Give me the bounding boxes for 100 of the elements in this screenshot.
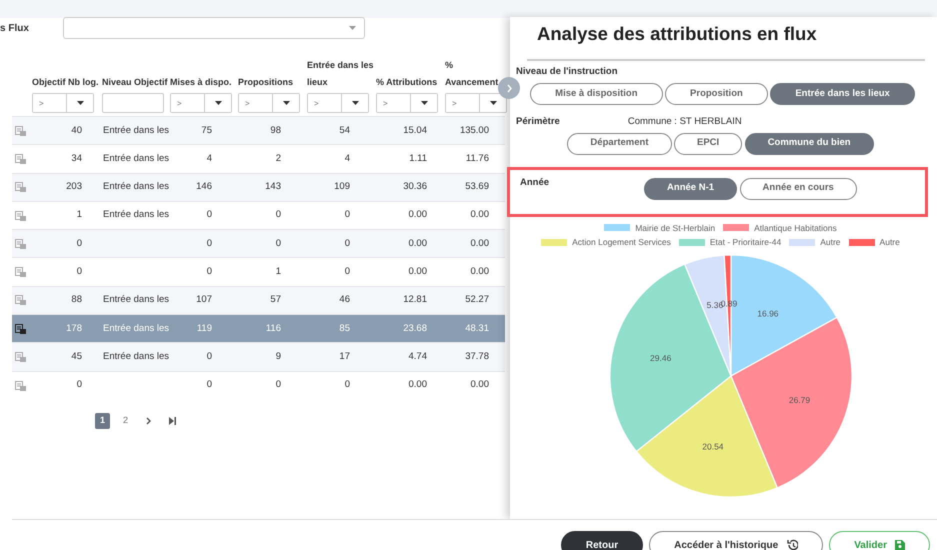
table-cell: 54: [339, 124, 350, 136]
table-cell: 203: [66, 181, 82, 192]
panel-title: Analyse des attributions en flux: [537, 22, 818, 46]
option-button[interactable]: Année N-1: [644, 178, 738, 200]
chevron-right-icon: [146, 417, 152, 426]
chevron-right-icon: [506, 84, 512, 92]
table-cell: Entrée dans les: [103, 322, 170, 334]
table-cell: 135.00: [460, 124, 489, 136]
table-cell: 119: [196, 322, 212, 334]
option-button[interactable]: Proposition: [665, 83, 768, 106]
table-cell: 2: [276, 152, 281, 164]
table-cell: Entrée dans les: [103, 294, 170, 306]
data-label: 16.96: [757, 308, 779, 318]
table-cell: Entrée dans les: [103, 124, 170, 136]
table-cell: 0.00: [470, 238, 489, 249]
table-cell: 57: [270, 294, 281, 306]
legend-label: Mairie de St-Herblain: [635, 222, 716, 234]
column-header: % Attributions: [376, 77, 438, 87]
table-cell: 40: [71, 124, 82, 136]
section-label: Périmètre: [516, 115, 560, 130]
save-icon: [895, 540, 905, 550]
column-header: Niveau Objectif: [102, 77, 168, 87]
table-cell: 1.11: [409, 152, 427, 164]
table-cell: 0.00: [470, 209, 489, 220]
table-cell: 11.76: [466, 152, 489, 164]
table-cell: 178: [66, 322, 82, 334]
table-cell: 75: [201, 124, 212, 136]
table-cell: 0: [344, 209, 350, 220]
table-cell: 4.74: [408, 350, 427, 362]
save-button[interactable]: Valider: [829, 531, 930, 550]
table-cell: 46: [339, 294, 350, 306]
table-cell: 4: [206, 152, 212, 164]
table-cell: 0: [276, 238, 281, 249]
table-cell: 0.00: [470, 379, 489, 390]
table-cell: 0: [344, 379, 350, 390]
caret-icon: [282, 101, 290, 105]
table-cell: 48.31: [465, 322, 489, 334]
table-cell: 0: [206, 238, 212, 249]
filter-field[interactable]: [102, 93, 164, 113]
table-cell: 9: [276, 350, 281, 362]
caret-icon: [352, 101, 358, 105]
filter-field[interactable]: >: [445, 93, 507, 113]
table-cell: 0: [276, 209, 281, 220]
table-cell: Entrée dans les: [103, 350, 170, 362]
table-cell: 0.00: [470, 266, 489, 277]
column-header: Objectif Nb log.: [32, 77, 98, 87]
page-link[interactable]: 1: [95, 413, 110, 429]
back-button[interactable]: Retour: [560, 531, 644, 550]
table-cell: 116: [266, 322, 281, 334]
table-cell: 0.00: [408, 209, 427, 220]
column-header: Entrée dans les lieux: [307, 60, 374, 87]
filter-field[interactable]: >: [170, 93, 232, 113]
table-cell: 85: [339, 322, 350, 334]
table-cell: 53.69: [465, 181, 489, 192]
table-cell: 98: [270, 124, 281, 136]
page-link[interactable]: 2: [118, 413, 134, 429]
table-cell: 1: [76, 209, 82, 220]
document-icon[interactable]: [15, 324, 26, 334]
table-cell: 0.00: [408, 379, 427, 390]
data-label: 26.79: [788, 395, 810, 405]
option-button[interactable]: Mise à disposition: [530, 83, 663, 106]
table-cell: 0: [276, 379, 281, 390]
table-cell: 45: [71, 350, 82, 362]
option-button[interactable]: EPCI: [674, 132, 742, 154]
option-button[interactable]: Département: [567, 132, 672, 154]
section-label: Année: [520, 176, 550, 190]
table-cell: 23.68: [403, 322, 427, 334]
legend-label: Action Logement Services: [572, 236, 671, 249]
table-cell: Entrée dans les: [103, 181, 170, 192]
table-cell: 0: [344, 266, 350, 277]
table-cell: 0: [76, 238, 82, 249]
legend-label: Etat - Prioritaire-44: [710, 236, 782, 249]
table-cell: 0: [344, 238, 350, 249]
column-header: Propositions: [238, 77, 294, 87]
option-button[interactable]: Entrée dans les lieux: [770, 83, 915, 106]
table-cell: 107: [196, 294, 212, 306]
column-header: Mises à dispo.: [170, 77, 232, 87]
filter-field[interactable]: >: [32, 93, 94, 113]
filter-label: s Flux: [0, 22, 30, 36]
option-button[interactable]: Commune du bien: [744, 132, 874, 154]
table-cell: Entrée dans les: [103, 209, 170, 220]
table-cell: 1: [276, 266, 281, 277]
table-cell: 15.04: [403, 124, 427, 136]
table-cell: Entrée dans les: [103, 152, 170, 164]
filter-field[interactable]: >: [376, 93, 438, 113]
flux-select[interactable]: [63, 17, 365, 39]
table-cell: 0: [206, 379, 212, 390]
table-cell: 143: [265, 181, 281, 192]
history-button[interactable]: Accéder à l'historique: [649, 531, 824, 550]
legend-label: Autre: [880, 236, 900, 249]
data-label: 20.54: [702, 441, 724, 452]
table-cell: 34: [71, 152, 82, 164]
legend-label: Atlantique Habitations: [754, 222, 837, 234]
filter-field[interactable]: >: [307, 93, 369, 113]
filter-field[interactable]: >: [238, 93, 300, 113]
caret-icon: [214, 101, 222, 105]
legend-label: Autre: [820, 236, 841, 249]
table-cell: 0: [76, 379, 82, 390]
option-button[interactable]: Année en cours: [740, 178, 857, 200]
table-cell: 30.36: [403, 181, 427, 192]
